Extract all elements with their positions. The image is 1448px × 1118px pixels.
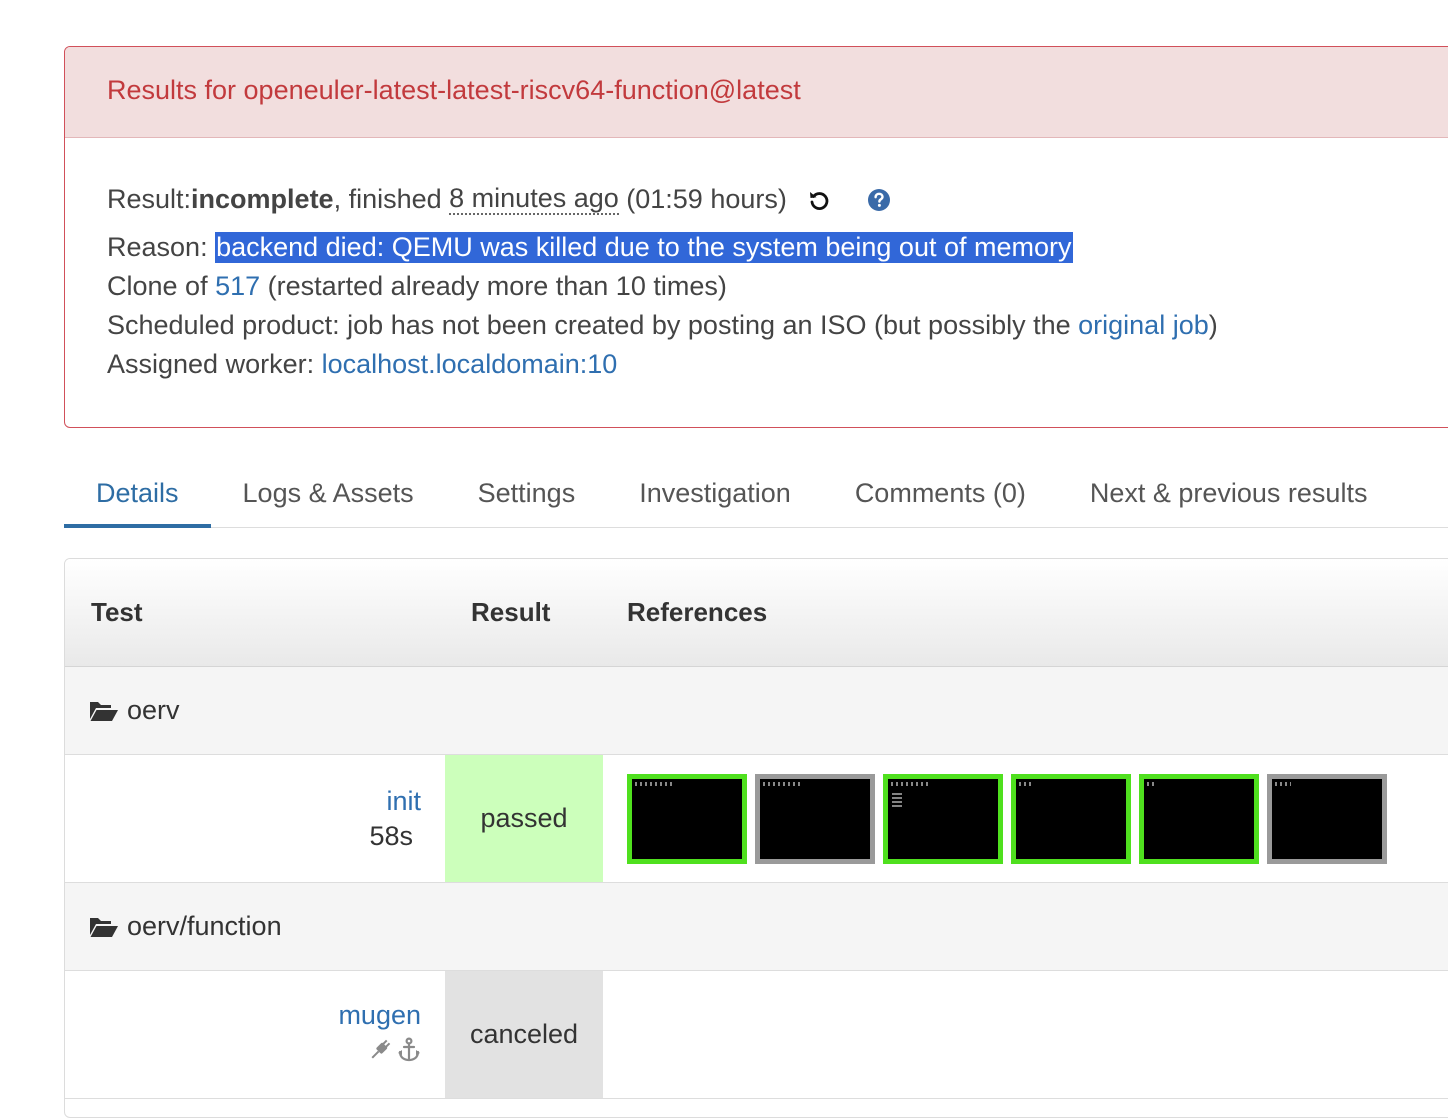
group-row-oerv: oerv xyxy=(65,667,1448,755)
group-name: oerv xyxy=(127,695,180,725)
tab-settings[interactable]: Settings xyxy=(446,468,608,528)
screenshot-thumbnail[interactable] xyxy=(1139,773,1259,864)
worker-link[interactable]: localhost.localdomain:10 xyxy=(322,349,618,380)
tab-comments[interactable]: Comments (0) xyxy=(823,468,1058,528)
reason-line: Reason: backend died: QEMU was killed du… xyxy=(107,227,1448,267)
finished-ago: 8 minutes ago xyxy=(449,183,619,215)
result-value: incomplete xyxy=(191,184,334,214)
table-header: Test Result References xyxy=(65,559,1448,667)
tab-bar: Details Logs & Assets Settings Investiga… xyxy=(64,468,1448,528)
panel-body: Result: incomplete , finished 8 minutes … xyxy=(65,138,1448,384)
help-icon[interactable] xyxy=(867,188,891,212)
worker-line: Assigned worker: localhost.localdomain:1… xyxy=(107,345,1448,384)
results-table: Test Result References oerv init 58s pas… xyxy=(64,558,1448,1118)
group-row-oerv-function: oerv/function xyxy=(65,883,1448,971)
result-label: Result: xyxy=(107,184,192,214)
group-name: oerv/function xyxy=(127,911,282,941)
panel-title: Results for openeuler-latest-latest-risc… xyxy=(65,47,1448,138)
plug-icon xyxy=(367,1037,393,1070)
test-link-init[interactable]: init xyxy=(386,786,421,817)
scheduled-text: Scheduled product: job has not been crea… xyxy=(107,310,1079,340)
result-line: Result: incomplete , finished 8 minutes … xyxy=(107,176,1448,223)
screenshot-thumbnail[interactable] xyxy=(755,773,875,864)
column-header-references[interactable]: References xyxy=(603,597,767,628)
restart-icon[interactable] xyxy=(807,188,831,212)
original-job-link[interactable]: original job xyxy=(1078,310,1209,341)
references-cell xyxy=(603,755,1395,882)
test-cell: init 58s xyxy=(65,755,445,882)
reason-label: Reason: xyxy=(107,231,216,262)
screenshot-thumbnail[interactable] xyxy=(883,773,1003,864)
column-header-test[interactable]: Test xyxy=(65,597,445,628)
clone-link[interactable]: 517 xyxy=(215,271,260,302)
clone-line: Clone of 517 (restarted already more tha… xyxy=(107,267,1448,306)
test-link-mugen[interactable]: mugen xyxy=(338,1000,421,1031)
screenshot-thumbnail[interactable] xyxy=(1267,773,1387,864)
tab-investigation[interactable]: Investigation xyxy=(607,468,823,528)
reason-value: backend died: QEMU was killed due to the… xyxy=(215,231,1073,263)
test-cell: mugen xyxy=(65,971,445,1098)
scheduled-line: Scheduled product: job has not been crea… xyxy=(107,306,1448,345)
duration: (01:59 hours) xyxy=(618,184,787,214)
finished-text: , finished xyxy=(333,184,450,214)
anchor-icon xyxy=(397,1036,421,1070)
table-row: mugen canceled xyxy=(65,971,1448,1099)
tab-details[interactable]: Details xyxy=(64,468,211,528)
test-flags xyxy=(367,1036,421,1070)
result-panel: Results for openeuler-latest-latest-risc… xyxy=(64,46,1448,428)
table-row: init 58s passed xyxy=(65,755,1448,883)
folder-open-icon xyxy=(89,915,119,939)
screenshot-thumbnail[interactable] xyxy=(1011,773,1131,864)
clone-note: (restarted already more than 10 times) xyxy=(260,271,727,301)
references-cell xyxy=(603,971,627,1098)
folder-open-icon xyxy=(89,699,119,723)
screenshot-thumbnail[interactable] xyxy=(627,773,747,864)
result-cell[interactable]: passed xyxy=(445,755,603,882)
clone-label: Clone of xyxy=(107,271,216,301)
scheduled-close: ) xyxy=(1208,310,1218,340)
test-duration: 58s xyxy=(369,820,413,851)
result-cell[interactable]: canceled xyxy=(445,971,603,1098)
column-header-result[interactable]: Result xyxy=(445,597,603,628)
tab-next-previous[interactable]: Next & previous results xyxy=(1058,468,1400,528)
tab-logs-assets[interactable]: Logs & Assets xyxy=(211,468,446,528)
worker-label: Assigned worker: xyxy=(107,349,322,379)
